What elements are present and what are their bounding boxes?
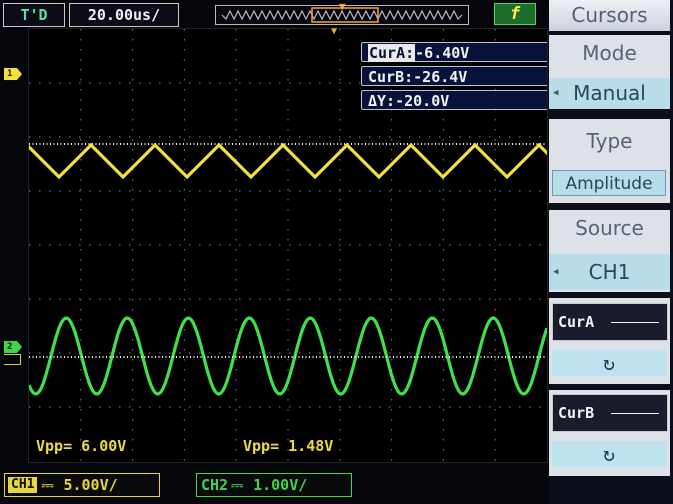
ch2-scale-value: 1.00V/ bbox=[253, 476, 308, 494]
memory-waveform-map: ▼ bbox=[215, 0, 469, 25]
cur-a-line bbox=[611, 322, 659, 323]
mode-arrow-icon: ◀ bbox=[553, 88, 559, 98]
ch1-badge: CH1 bbox=[8, 477, 38, 493]
trigger-source-glyph: f bbox=[509, 4, 521, 24]
mode-value[interactable]: Manual bbox=[549, 78, 670, 109]
cursor-a-readout: CurA:-6.40V bbox=[361, 42, 547, 62]
ch1-badge-label: CH1 bbox=[11, 477, 35, 492]
mode-value-text: Manual bbox=[573, 81, 646, 105]
cursor-menu: Cursors Mode Manual ◀ Type Amplitude Sou… bbox=[549, 0, 673, 504]
cursor-b-readout: CurB:-26.4V bbox=[361, 66, 547, 86]
ch1-scale-value: 5.00V/ bbox=[63, 476, 118, 494]
ch1-scale-bar[interactable]: CH1 ⎓ 5.00V/ bbox=[4, 473, 160, 497]
cur-a-box[interactable]: CurA bbox=[552, 303, 668, 341]
dc-coupling-icon: ⎓ bbox=[231, 476, 244, 494]
cursor-a-label: CurA: bbox=[368, 44, 416, 62]
delta-y-readout: ΔY:-20.0V bbox=[361, 90, 547, 110]
mode-label: Mode bbox=[582, 41, 637, 65]
ch1-ground-marker[interactable]: 1 bbox=[4, 68, 22, 80]
cursor-b-value: -26.4V bbox=[413, 68, 468, 86]
delta-y-value: -20.0V bbox=[395, 92, 450, 110]
type-label: Type bbox=[586, 129, 633, 153]
trigger-status: T'D bbox=[3, 3, 65, 27]
cursor-a-value: -6.40V bbox=[415, 44, 470, 62]
ch1-vpp-measurement: Vpp= 6.00V bbox=[36, 437, 127, 455]
trigger-position-icon: ▼ bbox=[339, 0, 346, 13]
cursor-a-pointer: ▼ bbox=[331, 26, 338, 37]
trigger-source-icon: f bbox=[494, 3, 536, 25]
cur-b-line bbox=[611, 413, 659, 414]
cur-b-label: CurB bbox=[558, 404, 595, 422]
ch1-marker-label: 1 bbox=[7, 69, 13, 79]
type-value-text: Amplitude bbox=[565, 174, 653, 194]
source-label: Source bbox=[575, 216, 644, 240]
dc-coupling-icon: ⎓ bbox=[41, 476, 54, 494]
waveform-display: CurA:-6.40V CurB:-26.4V ΔY:-20.0V Vpp= 6… bbox=[28, 28, 548, 463]
ch2-badge-label: CH2 bbox=[201, 476, 229, 494]
menu-title: Cursors bbox=[549, 0, 670, 31]
cursor-b-label: CurB: bbox=[368, 68, 414, 86]
ch2-marker-outline bbox=[4, 354, 21, 365]
cur-a-rotate-icon[interactable]: ↻ bbox=[552, 350, 666, 376]
delta-y-label: ΔY: bbox=[368, 92, 396, 110]
ch2-ground-marker[interactable]: 2 bbox=[4, 341, 22, 353]
cur-a-label: CurA bbox=[558, 313, 595, 331]
source-arrow-icon: ◀ bbox=[553, 267, 559, 277]
type-value[interactable]: Amplitude bbox=[552, 170, 666, 196]
cur-b-box[interactable]: CurB bbox=[552, 394, 668, 432]
ch2-vpp-measurement: Vpp= 1.48V bbox=[243, 437, 334, 455]
source-value[interactable]: CH1 bbox=[549, 254, 670, 290]
ch1-triangle-trace bbox=[29, 142, 547, 180]
ch2-marker-label: 2 bbox=[7, 342, 13, 352]
source-value-text: CH1 bbox=[588, 260, 631, 284]
timebase-readout: 20.00us/ bbox=[69, 3, 179, 27]
ch2-scale-bar[interactable]: CH2 ⎓ 1.00V/ bbox=[196, 473, 352, 497]
cur-b-rotate-icon[interactable]: ↻ bbox=[552, 441, 666, 467]
